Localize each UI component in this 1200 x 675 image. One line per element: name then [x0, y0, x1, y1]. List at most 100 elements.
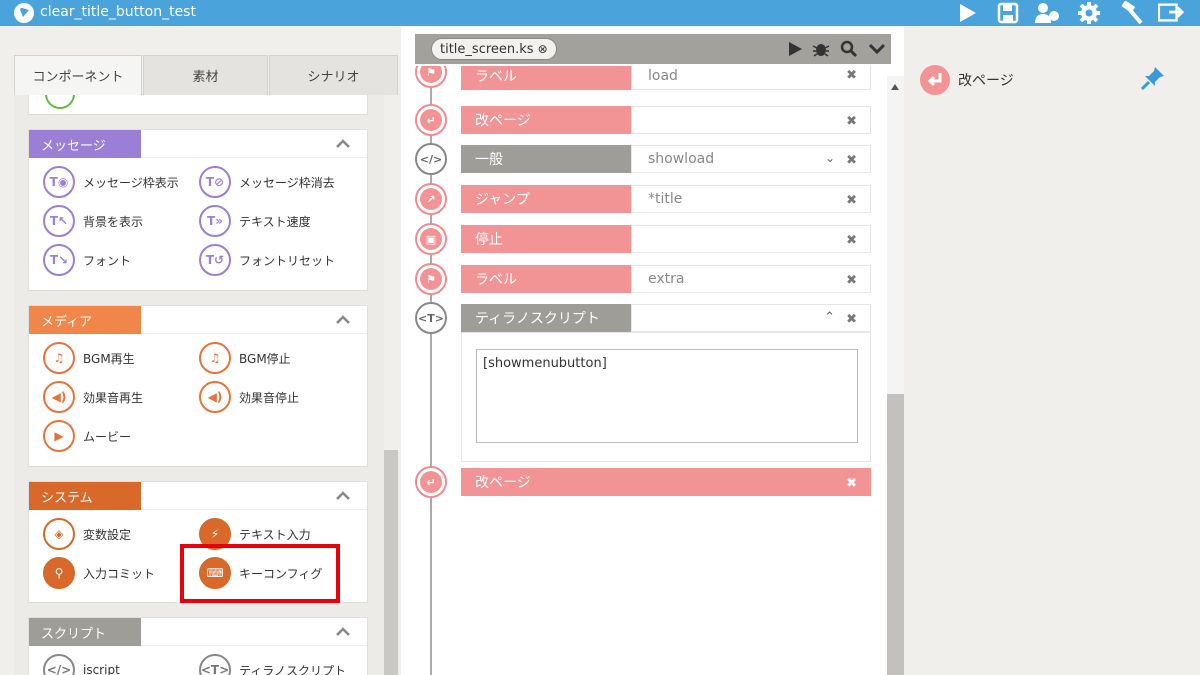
scenario-row[interactable]: ↗ ジャンプ *title ✖	[415, 183, 871, 215]
script-section-title: スクリプト	[29, 618, 141, 646]
delete-icon[interactable]: ✖	[846, 273, 857, 288]
left-tabs: コンポーネント 素材 シナリオ	[14, 55, 398, 95]
component-item[interactable]: <T> ティラノスクリプト	[199, 654, 346, 675]
label-node-icon: ⚑	[415, 66, 447, 88]
save-icon[interactable]	[995, 1, 1021, 25]
font-icon: T↘	[43, 244, 75, 276]
script-textarea[interactable]: [showmenubutton]	[476, 349, 858, 443]
app-logo-icon	[14, 3, 34, 23]
users-icon[interactable]	[1034, 1, 1060, 25]
tab-assets[interactable]: 素材	[143, 55, 268, 95]
message-section-header[interactable]: メッセージ	[29, 130, 367, 158]
media-section-header[interactable]: メディア	[29, 306, 367, 334]
close-tab-icon[interactable]: ⊗	[538, 42, 548, 56]
component-item[interactable]: ⚲ 入力コミット	[43, 557, 155, 589]
page-break-icon: ↵	[415, 466, 447, 498]
scenario-row[interactable]: ↵ 改ページ ✖	[415, 104, 871, 136]
tab-components[interactable]: コンポーネント	[14, 55, 142, 95]
scenario-row[interactable]: ↵ 改ページ ✖	[415, 466, 871, 498]
chevron-up-icon[interactable]	[335, 488, 351, 504]
component-item[interactable]: T⊘ メッセージ枠消去	[199, 166, 335, 198]
component-item[interactable]: T↘ フォント	[43, 244, 131, 276]
component-item[interactable]: ◀) 効果音停止	[199, 381, 299, 413]
font-reset-icon: T↺	[199, 244, 231, 276]
chevron-up-icon[interactable]	[335, 312, 351, 328]
chevron-up-icon[interactable]	[335, 136, 351, 152]
page-break-icon	[920, 65, 950, 95]
component-item[interactable]: ◈ 変数設定	[43, 518, 131, 550]
selected-component: 改ページ	[920, 65, 1014, 95]
pin-icon[interactable]	[1140, 65, 1166, 91]
system-section-header[interactable]: システム	[29, 482, 367, 510]
gear-icon[interactable]	[1076, 1, 1102, 25]
message-frame-show-icon: T◉	[43, 166, 75, 198]
component-item[interactable]: T↖ 背景を表示	[43, 205, 143, 237]
chevron-up-icon[interactable]: ⌃	[824, 310, 835, 325]
tyrano-script-icon: <T>	[199, 654, 231, 675]
component-item[interactable]: ▶ ムービー	[43, 420, 131, 452]
bgm-play-icon: ♫	[43, 342, 75, 374]
play-icon[interactable]	[954, 1, 980, 25]
delete-icon[interactable]: ✖	[846, 312, 857, 327]
editor-toolbar: title_screen.ks ⊗	[415, 34, 891, 64]
media-section: メディア ♫ BGM再生 ♫ BGM停止 ◀) 効果音再生 ◀) 効果音停止 ▶ ムービー	[28, 305, 368, 467]
scroll-up-icon[interactable]	[891, 84, 899, 90]
delete-icon[interactable]: ✖	[846, 68, 857, 83]
script-editor-panel: [showmenubutton]	[461, 332, 871, 462]
component-item[interactable]: ♫ BGM再生	[43, 342, 135, 374]
partial-card	[28, 95, 368, 115]
se-stop-icon: ◀)	[199, 381, 231, 413]
component-item[interactable]: ◀) 効果音再生	[43, 381, 143, 413]
chevron-down-icon[interactable]	[867, 40, 887, 58]
delete-icon[interactable]: ✖	[846, 193, 857, 208]
hammer-icon[interactable]	[1118, 1, 1144, 25]
scenario-row[interactable]: </> 一般 showload ⌄ ✖	[415, 143, 871, 175]
media-section-title: メディア	[29, 306, 141, 334]
scrollbar-thumb[interactable]	[887, 394, 904, 675]
search-icon[interactable]	[839, 40, 859, 58]
stop-icon: ▣	[415, 223, 447, 255]
message-section: メッセージ T◉ メッセージ枠表示 T⊘ メッセージ枠消去 T↖ 背景を表示 T» テキ…	[28, 129, 368, 291]
play-icon[interactable]	[785, 40, 805, 58]
scrollbar-thumb[interactable]	[384, 450, 398, 675]
editor-scrollbar[interactable]	[887, 76, 904, 675]
partial-item-icon	[45, 95, 75, 109]
delete-icon[interactable]: ✖	[846, 233, 857, 248]
code-icon: </>	[415, 143, 447, 175]
file-tab[interactable]: title_screen.ks ⊗	[431, 38, 557, 60]
scenario-row[interactable]: ⚑ ラベル load ✖	[415, 66, 871, 90]
delete-icon[interactable]: ✖	[846, 476, 857, 491]
message-frame-hide-icon: T⊘	[199, 166, 231, 198]
component-item[interactable]: </> iscript	[43, 654, 120, 675]
chevron-down-icon[interactable]: ⌄	[825, 151, 835, 165]
chevron-up-icon[interactable]	[335, 624, 351, 640]
component-item[interactable]: T» テキスト速度	[199, 205, 311, 237]
component-item[interactable]: T↺ フォントリセット	[199, 244, 335, 276]
title-bar: clear_title_button_test	[0, 0, 1200, 26]
component-item[interactable]: T◉ メッセージ枠表示	[43, 166, 179, 198]
movie-icon: ▶	[43, 420, 75, 452]
scenario-row[interactable]: <T> ティラノスクリプト ⌃ ✖	[415, 302, 871, 334]
variable-icon: ◈	[43, 518, 75, 550]
se-play-icon: ◀)	[43, 381, 75, 413]
background-icon: T↖	[43, 205, 75, 237]
tab-scenario[interactable]: シナリオ	[269, 55, 398, 95]
script-section-header[interactable]: スクリプト	[29, 618, 367, 646]
page-break-icon: ↵	[415, 104, 447, 136]
export-icon[interactable]	[1158, 1, 1184, 25]
delete-icon[interactable]: ✖	[846, 153, 857, 168]
delete-icon[interactable]: ✖	[846, 114, 857, 129]
component-item[interactable]: ♫ BGM停止	[199, 342, 291, 374]
bgm-stop-icon: ♫	[199, 342, 231, 374]
scenario-row[interactable]: ▣ 停止 ✖	[415, 223, 871, 255]
component-scrollbar[interactable]	[384, 95, 398, 675]
system-section-title: システム	[29, 482, 141, 510]
scenario-editor: title_screen.ks ⊗ ⚑ ラベル load ✖ ↵ 改ページ ✖ <…	[401, 26, 904, 675]
app-title: clear_title_button_test	[40, 4, 196, 20]
jump-icon: ↗	[415, 183, 447, 215]
highlight-box	[180, 544, 340, 603]
bug-icon[interactable]	[811, 40, 831, 58]
plug-icon: ⚲	[43, 557, 75, 589]
label-node-icon: ⚑	[415, 263, 447, 295]
scenario-row[interactable]: ⚑ ラベル extra ✖	[415, 263, 871, 295]
